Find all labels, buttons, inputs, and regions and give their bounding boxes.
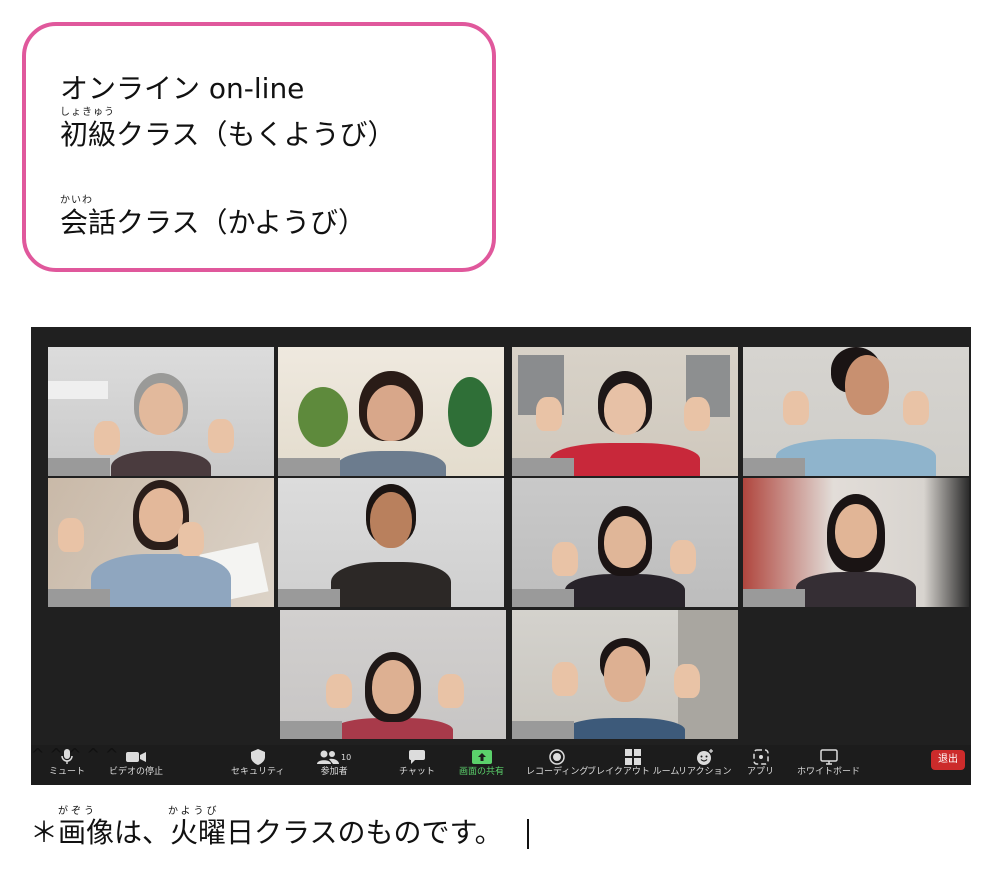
reactions-button[interactable]: リアクション [678, 747, 732, 778]
participant-name-label [280, 721, 342, 739]
participant-name-label [278, 458, 340, 476]
leave-meeting-button[interactable]: 退出 [931, 750, 965, 770]
share-screen-label: 画面の共有 [459, 767, 505, 777]
breakout-rooms-label: ブレイクアウト ルーム [587, 767, 680, 777]
participant-video-tile[interactable] [48, 478, 274, 607]
participant-name-label [743, 589, 805, 607]
participants-button[interactable]: 10 参加者 [317, 747, 351, 778]
apps-button[interactable]: アプリ [747, 747, 774, 778]
participants-label: 参加者 [320, 767, 348, 777]
gazou-furigana: がぞう [58, 806, 97, 817]
stop-video-label: ビデオの停止 [109, 767, 164, 777]
microphone-icon [61, 747, 73, 767]
apps-icon [752, 747, 769, 767]
class-info-card: オンライン on-line しょきゅう 初級クラス（もくようび） かいわ 会話ク… [22, 22, 496, 272]
participant-name-label [743, 458, 805, 476]
grid-icon [625, 747, 642, 767]
chat-button[interactable]: チャット [399, 747, 435, 778]
participant-video-tile[interactable] [48, 347, 274, 476]
meeting-toolbar: ミュート ^ ビデオの停止 ^ セキュリティ 10 参加者 ^ チャット ^ 画… [31, 745, 971, 785]
chevron-up-icon[interactable]: ^ [87, 745, 100, 764]
participant-name-label [278, 589, 340, 607]
participant-video-tile[interactable] [743, 478, 969, 607]
participant-name-label [48, 458, 110, 476]
apps-label: アプリ [747, 767, 775, 777]
online-heading: オンライン on-line [60, 72, 305, 105]
image-caption: ＊画像は、火曜日クラスのものです。 [30, 816, 503, 849]
whiteboard-label: ホワイトボード [797, 767, 861, 777]
shokyu-furigana: しょきゅう [60, 107, 115, 118]
mute-label: ミュート [49, 767, 86, 777]
participant-video-tile[interactable] [512, 610, 738, 739]
participant-name-label [512, 589, 574, 607]
participant-video-tile[interactable] [743, 347, 969, 476]
chat-bubble-icon [408, 747, 425, 767]
share-screen-icon [471, 747, 492, 767]
participant-video-tile[interactable] [512, 347, 738, 476]
shield-icon [250, 747, 265, 767]
participant-name-label [512, 721, 574, 739]
participant-video-tile[interactable] [512, 478, 738, 607]
stop-video-button[interactable]: ビデオの停止 [109, 747, 163, 778]
video-camera-icon [126, 747, 146, 767]
text-cursor [527, 819, 529, 849]
beginner-class-text: 初級クラス（もくようび） [60, 118, 396, 151]
chat-label: チャット [399, 767, 435, 777]
share-screen-button[interactable]: 画面の共有 [459, 747, 504, 778]
participant-video-tile-active-speaker[interactable] [278, 347, 504, 476]
breakout-rooms-button[interactable]: ブレイクアウト ルーム [587, 747, 679, 778]
participant-name-label [48, 589, 110, 607]
conversation-class-text: 会話クラス（かようび） [60, 206, 367, 239]
video-meeting-screenshot: ミュート ^ ビデオの停止 ^ セキュリティ 10 参加者 ^ チャット ^ 画… [31, 327, 971, 785]
participant-video-tile[interactable] [280, 610, 506, 739]
participants-count: 10 [341, 752, 352, 762]
whiteboard-button[interactable]: ホワイトボード [797, 747, 860, 778]
record-label: レコーディング [526, 767, 589, 777]
reactions-label: リアクション [678, 767, 732, 777]
kaiwa-furigana: かいわ [60, 195, 93, 206]
chevron-up-icon[interactable]: ^ [31, 745, 44, 764]
mute-button[interactable]: ミュート [49, 747, 85, 778]
participants-icon: 10 [317, 747, 351, 767]
security-button[interactable]: セキュリティ [231, 747, 284, 778]
participant-video-tile[interactable] [278, 478, 504, 607]
participant-name-label [512, 458, 574, 476]
whiteboard-icon [819, 747, 838, 767]
record-button[interactable]: レコーディング [526, 747, 588, 778]
smiley-plus-icon [696, 747, 714, 767]
security-label: セキュリティ [231, 767, 285, 777]
record-icon [549, 747, 565, 767]
kayoubi-furigana: かようび [168, 806, 220, 817]
